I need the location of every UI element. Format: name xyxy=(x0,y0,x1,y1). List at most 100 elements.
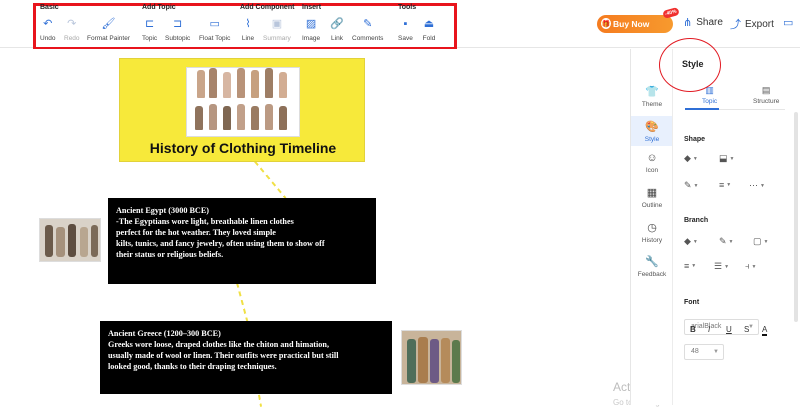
summary-button[interactable]: ▣ Summary xyxy=(263,18,291,43)
branch-line-color-control[interactable]: ✎ ▼ xyxy=(719,236,734,247)
chevron-down-icon: ▼ xyxy=(691,263,697,269)
topic-ancient-greece[interactable]: Ancient Greece (1200–300 BCE) Greeks wor… xyxy=(100,321,392,394)
costume-figure xyxy=(195,106,203,130)
panel-scrollbar[interactable] xyxy=(794,112,798,322)
branch-connector-control[interactable]: ⫞ ▼ xyxy=(745,261,756,272)
topic-button[interactable]: ⊏ Topic xyxy=(142,18,158,43)
image-icon: ▨ xyxy=(305,18,317,30)
rounded-rect-icon: ▢ xyxy=(753,236,762,246)
group-title-add-topic: Add Topic xyxy=(142,4,176,11)
strikethrough-button[interactable]: S xyxy=(744,325,749,334)
save-label: Save xyxy=(398,35,413,42)
costume-figure xyxy=(265,68,273,98)
sidebar-item-icon[interactable]: ☺ Icon xyxy=(631,152,673,180)
section-shape: Shape xyxy=(684,136,706,143)
wrench-icon: 🔧 xyxy=(645,256,659,268)
sidebar-item-feedback[interactable]: 🔧 Feedback xyxy=(631,255,673,283)
sidebar-item-outline[interactable]: ▦ Outline xyxy=(631,186,673,214)
undo-icon: ↶ xyxy=(43,18,53,30)
group-title-basic: Basic xyxy=(40,4,59,11)
right-sidebar: 👕 Theme 🎨 Style ☺ Icon ▦ Outline ◷ Histo… xyxy=(630,49,673,405)
branch-fill-control[interactable]: ◆ ▼ xyxy=(684,236,698,247)
root-topic[interactable]: History of Clothing Timeline xyxy=(119,58,365,162)
topic-ancient-egypt[interactable]: Ancient Egypt (3000 BCE) -The Egyptians … xyxy=(108,198,376,284)
smiley-icon: ☺ xyxy=(646,152,658,164)
costume-figure xyxy=(223,72,231,98)
border-dash-control[interactable]: ⋯ ▼ xyxy=(749,180,765,191)
share-label: Share xyxy=(696,17,723,28)
font-size-value: 48 xyxy=(691,348,699,355)
figure xyxy=(452,340,460,383)
chevron-down-icon: ▼ xyxy=(726,182,732,188)
undo-button[interactable]: ↶ Undo xyxy=(40,18,56,43)
link-icon: 🔗 xyxy=(330,18,344,30)
sidebar-item-label: Style xyxy=(644,136,660,143)
chevron-down-icon: ▼ xyxy=(692,155,698,162)
section-branch: Branch xyxy=(684,217,709,224)
topic-label: Topic xyxy=(142,35,158,42)
root-topic-title: History of Clothing Timeline xyxy=(149,140,337,156)
border-color-control[interactable]: ✎ ▼ xyxy=(684,180,699,191)
format-painter-label: Format Painter xyxy=(87,35,130,42)
branch-shape-control[interactable]: ▢ ▼ xyxy=(753,236,768,247)
line-button[interactable]: ⌇ Line xyxy=(241,18,255,43)
buy-now-button[interactable]: 🎁 Buy Now -40% xyxy=(597,7,680,33)
underline-button[interactable]: U xyxy=(726,325,732,334)
save-button[interactable]: ▪ Save xyxy=(398,18,413,43)
figure xyxy=(407,339,416,383)
format-painter-icon: 🖌 xyxy=(101,18,116,30)
fold-button[interactable]: ⏏ Fold xyxy=(422,18,436,43)
style-highlight-circle xyxy=(659,38,721,92)
costume-figure xyxy=(279,106,287,130)
costume-figure xyxy=(237,104,245,130)
bold-button[interactable]: B xyxy=(690,325,696,334)
figure xyxy=(430,339,439,383)
redo-button[interactable]: ↷ Redo xyxy=(64,18,80,43)
pen-icon: ✎ xyxy=(719,236,727,246)
shape-style-control[interactable]: ⬓ ▼ xyxy=(719,153,734,164)
subtopic-button[interactable]: ⊐ Subtopic xyxy=(165,18,191,43)
costume-figure xyxy=(251,70,259,98)
tab-structure[interactable]: ▤ Structure xyxy=(753,85,779,105)
sidebar-item-theme[interactable]: 👕 Theme xyxy=(631,85,673,113)
lines-icon: ≡ xyxy=(719,180,725,190)
present-icon[interactable]: ▭ xyxy=(783,16,793,29)
topic-title: Ancient Egypt (3000 BCE) xyxy=(116,206,210,215)
topic-body: Greeks wore loose, draped clothes like t… xyxy=(108,340,339,371)
tab-active-indicator xyxy=(685,108,719,110)
sidebar-item-history[interactable]: ◷ History xyxy=(631,221,673,249)
subtopic-label: Subtopic xyxy=(165,35,191,42)
export-button[interactable]: ⤴ Export xyxy=(730,16,774,32)
line-icon: ⌇ xyxy=(245,18,251,30)
chevron-down-icon: ▼ xyxy=(728,238,734,245)
font-color-button[interactable]: A xyxy=(762,325,768,336)
branch-dash-control[interactable]: ☰ ▼ xyxy=(714,261,729,272)
float-topic-button[interactable]: ▭ Float Topic xyxy=(199,18,230,43)
clothing-history-image xyxy=(186,67,300,137)
comments-button[interactable]: ✎ Comments xyxy=(352,18,384,43)
font-size-select[interactable]: 48 ▼ xyxy=(684,344,724,360)
buy-now-label: Buy Now xyxy=(613,19,650,29)
format-painter-button[interactable]: 🖌 Format Painter xyxy=(87,18,130,43)
figure xyxy=(441,338,450,383)
sidebar-item-style[interactable]: 🎨 Style xyxy=(631,116,673,146)
chevron-down-icon: ▼ xyxy=(724,263,730,270)
greece-image xyxy=(401,330,462,385)
figure xyxy=(418,337,428,383)
share-button[interactable]: ⋔ Share xyxy=(683,16,723,29)
border-weight-control[interactable]: ≡ ▼ xyxy=(719,180,731,190)
link-button[interactable]: 🔗 Link xyxy=(330,18,344,43)
line-label: Line xyxy=(241,35,255,42)
shape-fill-control[interactable]: ◆ ▼ xyxy=(684,153,698,164)
costume-figure xyxy=(237,68,245,98)
chevron-down-icon: ▼ xyxy=(763,238,769,245)
branch-weight-control[interactable]: ≡ ▼ xyxy=(684,261,696,271)
section-font: Font xyxy=(684,299,700,306)
image-button[interactable]: ▨ Image xyxy=(302,18,320,43)
italic-button[interactable]: I xyxy=(708,325,710,334)
tab-label: Topic xyxy=(702,98,718,105)
shape-icon: ⬓ xyxy=(719,153,728,163)
comments-label: Comments xyxy=(352,35,384,42)
chevron-down-icon: ▼ xyxy=(693,182,699,189)
summary-icon: ▣ xyxy=(271,18,283,30)
